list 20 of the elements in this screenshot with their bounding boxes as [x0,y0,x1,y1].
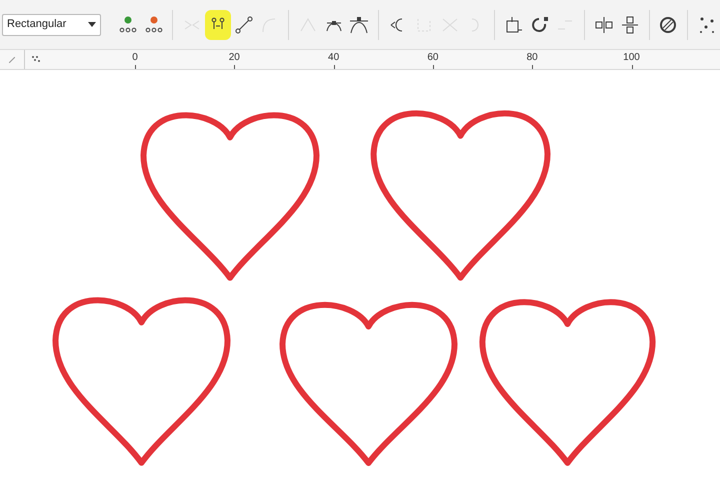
ruler-label: 80 [526,52,538,64]
mirror-vertical-icon [620,14,640,34]
node-delete-icon [144,14,164,34]
stretch-nodes-icon [504,14,524,34]
ruler-label: 100 [623,52,640,64]
ruler-origin-icon [31,55,41,63]
ruler-label: 60 [427,52,438,64]
ruler-label: 0 [132,52,138,64]
node-add-icon [118,14,138,34]
ruler-label: 20 [228,52,240,64]
elastic-mode-icon [658,14,678,34]
mirror-horizontal-icon [594,14,614,34]
node-break-button[interactable] [205,10,231,40]
line-segment-icon [234,14,254,34]
symmetric-node-icon [349,14,370,34]
ruler-label: 40 [328,52,340,64]
ruler-corner-icon [9,56,15,62]
rotate-nodes-icon [530,14,550,34]
selection-mode-dropdown[interactable]: Rectangular [2,14,101,36]
dropdown-caret-icon [88,22,96,27]
